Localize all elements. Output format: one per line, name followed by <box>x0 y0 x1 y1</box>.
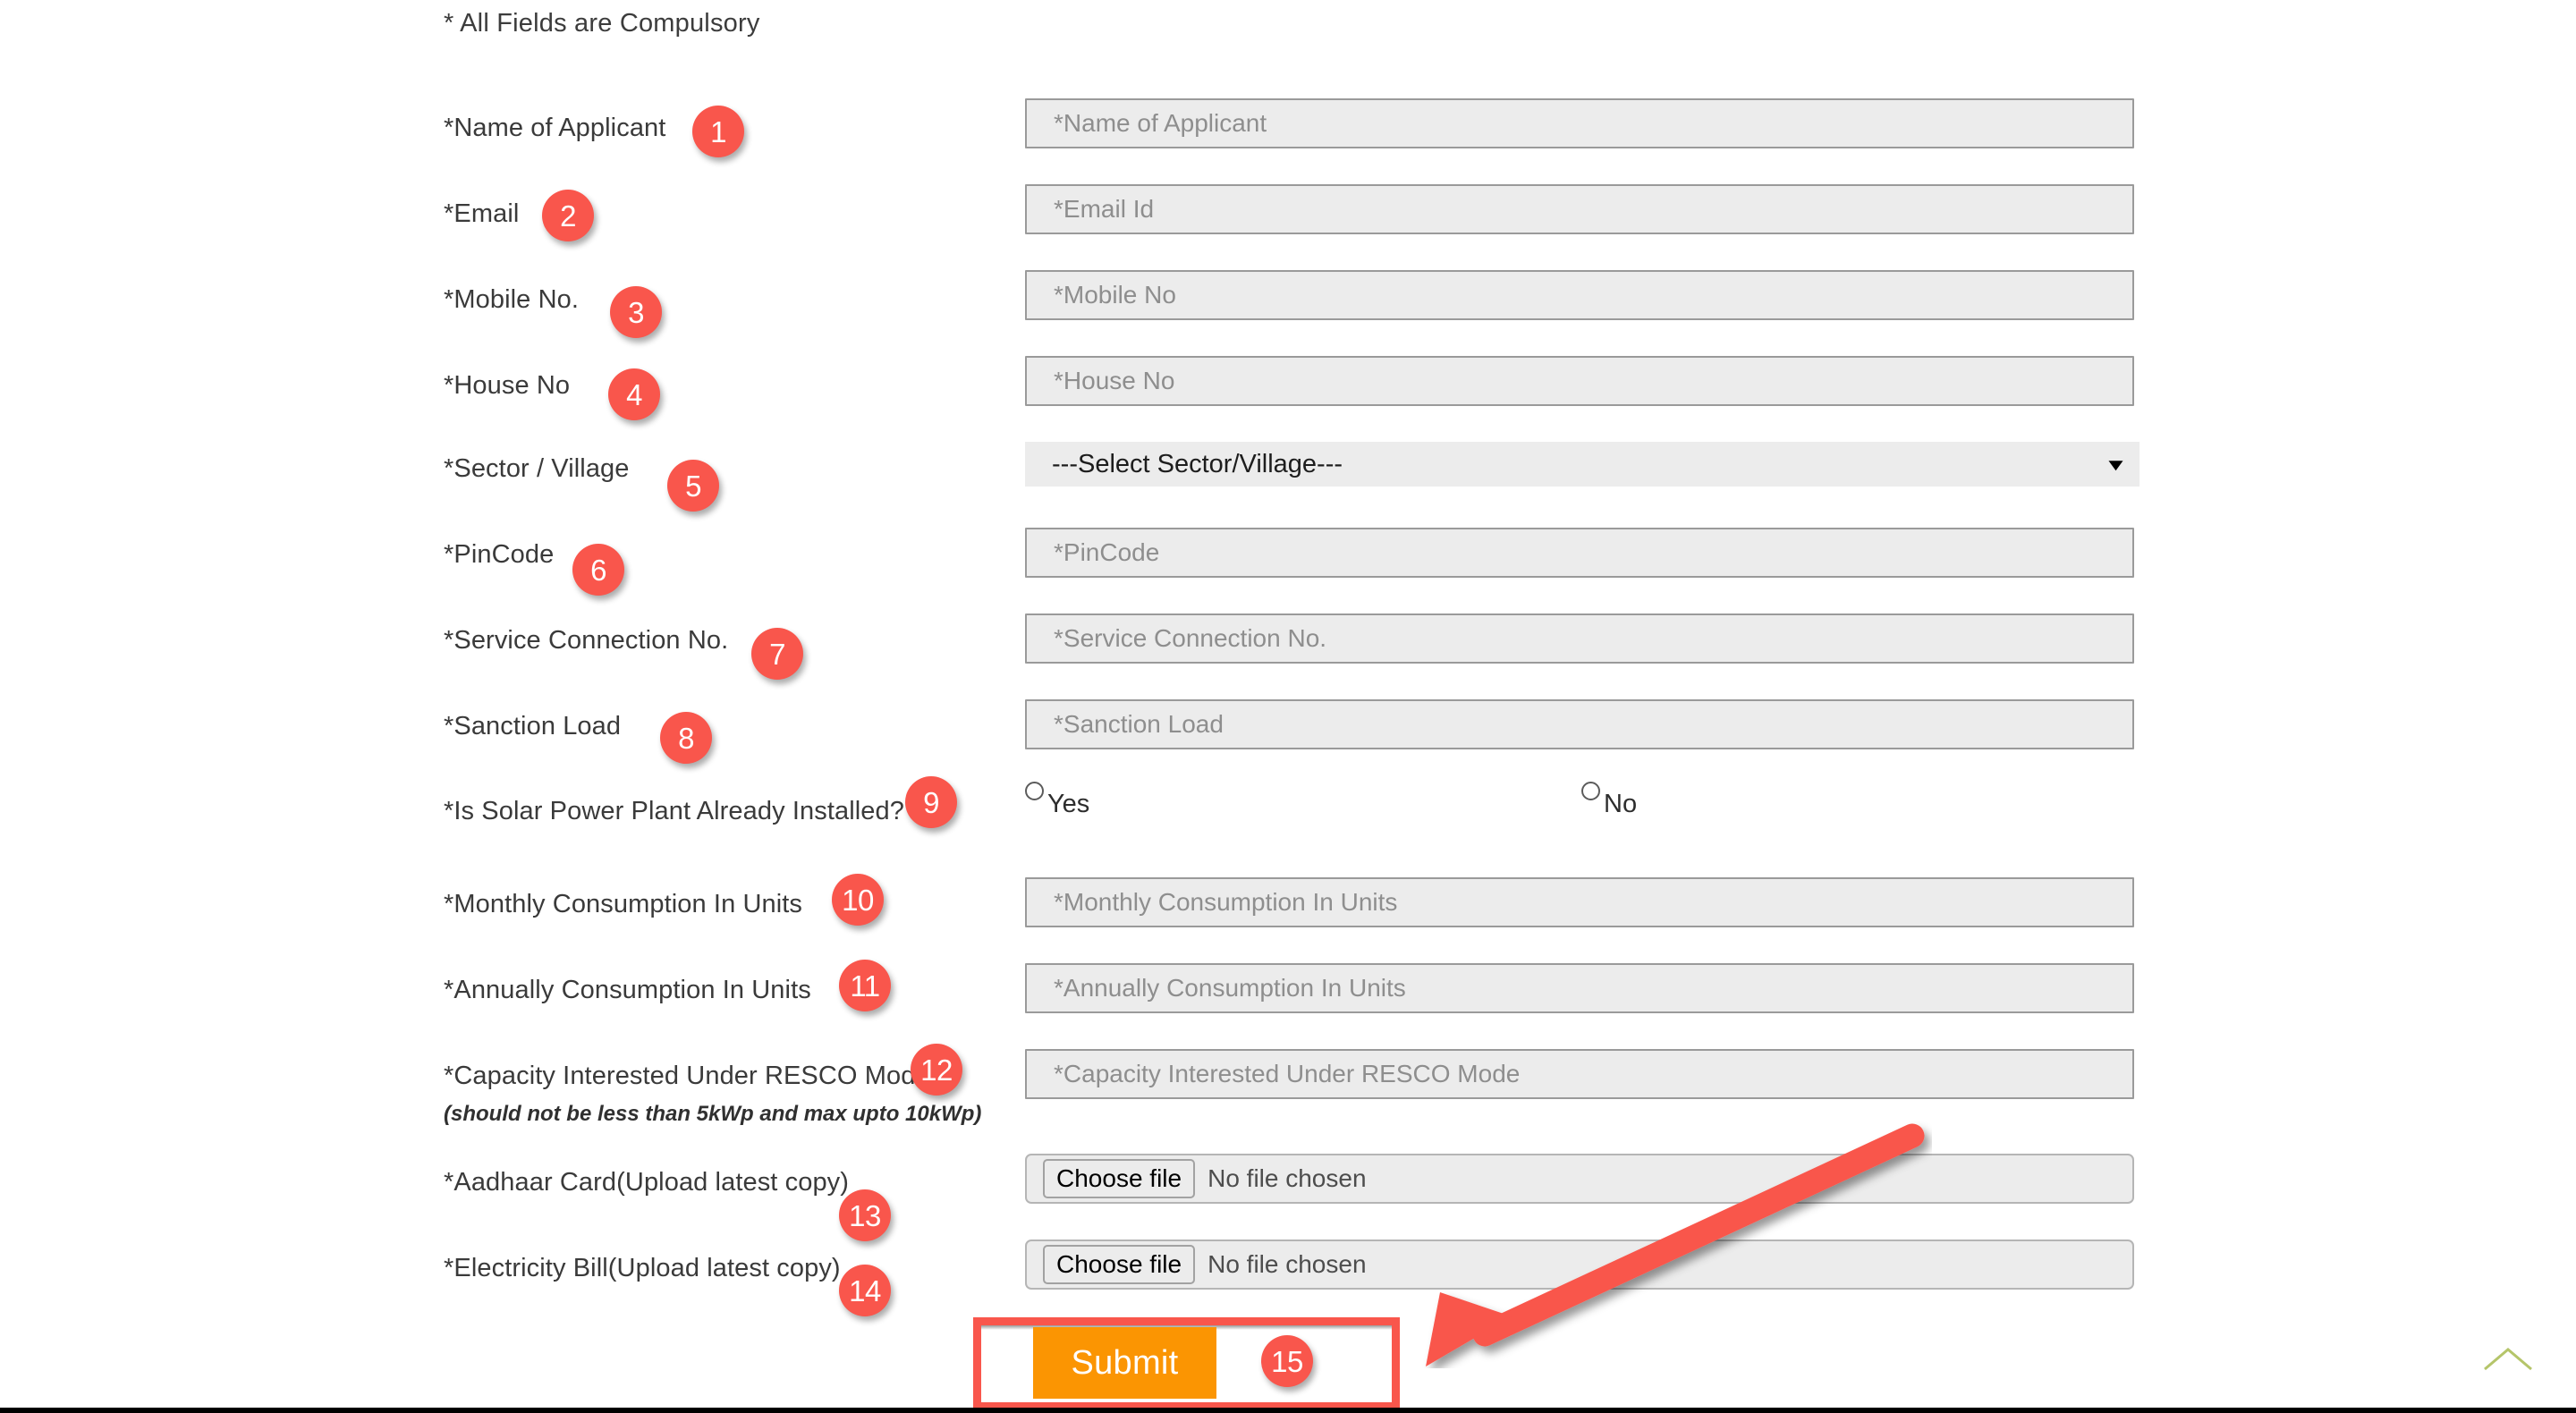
file-status-aadhaar: No file chosen <box>1208 1164 1367 1192</box>
bottom-band <box>0 1408 2576 1413</box>
label-solar-installed: *Is Solar Power Plant Already Installed? <box>444 797 904 825</box>
label-electricity-bill: *Electricity Bill(Upload latest copy) <box>444 1254 841 1282</box>
label-monthly-consumption: *Monthly Consumption In Units <box>444 890 803 918</box>
submit-button[interactable]: Submit <box>1033 1327 1216 1399</box>
pointer-arrow <box>1426 1123 1925 1366</box>
select-sector-village-value: ---Select Sector/Village--- <box>1052 450 1343 478</box>
annotation-badge-4: 4 <box>608 368 660 420</box>
input-capacity-resco[interactable] <box>1025 1049 2134 1099</box>
radio-label-yes: Yes <box>1047 790 1090 818</box>
label-house-no: *House No <box>444 371 571 400</box>
annotation-badge-5: 5 <box>667 460 719 512</box>
annotation-badge-15: 15 <box>1261 1335 1313 1387</box>
input-annually-consumption[interactable] <box>1025 963 2134 1013</box>
sublabel-capacity-resco: (should not be less than 5kWp and max up… <box>444 1102 982 1126</box>
input-service-connection-no[interactable] <box>1025 613 2134 664</box>
annotation-badge-3: 3 <box>610 286 662 338</box>
label-sector-village: *Sector / Village <box>444 454 630 483</box>
input-email[interactable] <box>1025 184 2134 234</box>
annotation-badge-14: 14 <box>839 1265 891 1316</box>
label-sanction-load: *Sanction Load <box>444 712 622 740</box>
compulsory-note: * All Fields are Compulsory <box>444 9 760 38</box>
choose-file-button-electricity[interactable]: Choose file <box>1043 1245 1196 1284</box>
choose-file-button-aadhaar[interactable]: Choose file <box>1043 1159 1196 1198</box>
annotation-badge-8: 8 <box>660 712 712 764</box>
radio-option-no[interactable]: No <box>1581 782 1637 817</box>
annotation-badge-2: 2 <box>542 190 594 241</box>
input-sanction-load[interactable] <box>1025 699 2134 749</box>
form-page: * All Fields are Compulsory *Name of App… <box>0 0 2576 1413</box>
label-aadhaar-card: *Aadhaar Card(Upload latest copy) <box>444 1168 850 1197</box>
file-status-electricity: No file chosen <box>1208 1250 1367 1278</box>
input-house-no[interactable] <box>1025 356 2134 406</box>
label-capacity-resco: *Capacity Interested Under RESCO Mode <box>444 1062 930 1090</box>
label-pincode: *PinCode <box>444 540 555 569</box>
radio-option-yes[interactable]: Yes <box>1025 782 1089 817</box>
annotation-badge-10: 10 <box>832 874 884 926</box>
annotation-badge-7: 7 <box>751 628 803 680</box>
input-monthly-consumption[interactable] <box>1025 877 2134 927</box>
chevron-down-icon: ▾ <box>2108 453 2123 476</box>
label-email: *Email <box>444 199 520 228</box>
radio-label-no: No <box>1604 790 1638 818</box>
chevron-up-icon[interactable] <box>2479 1344 2537 1375</box>
radio-group-solar-installed: Yes No <box>1025 782 1741 835</box>
annotation-badge-13: 13 <box>839 1189 891 1241</box>
input-pincode[interactable] <box>1025 528 2134 578</box>
radio-dot-no[interactable] <box>1581 782 1600 800</box>
input-mobile-no[interactable] <box>1025 270 2134 320</box>
select-sector-village[interactable]: ---Select Sector/Village--- ▾ <box>1025 442 2140 487</box>
annotation-badge-1: 1 <box>692 106 744 157</box>
file-input-aadhaar-card[interactable]: Choose file No file chosen <box>1025 1154 2134 1204</box>
annotation-badge-6: 6 <box>572 544 624 596</box>
annotation-badge-9: 9 <box>905 776 957 828</box>
annotation-badge-12: 12 <box>911 1044 962 1096</box>
file-input-electricity-bill[interactable]: Choose file No file chosen <box>1025 1240 2134 1290</box>
input-name-of-applicant[interactable] <box>1025 98 2134 148</box>
label-service-connection-no: *Service Connection No. <box>444 626 729 655</box>
label-annually-consumption: *Annually Consumption In Units <box>444 976 811 1004</box>
radio-dot-yes[interactable] <box>1025 782 1044 800</box>
annotation-badge-11: 11 <box>839 960 891 1011</box>
label-name-of-applicant: *Name of Applicant <box>444 114 666 142</box>
label-mobile-no: *Mobile No. <box>444 285 579 314</box>
